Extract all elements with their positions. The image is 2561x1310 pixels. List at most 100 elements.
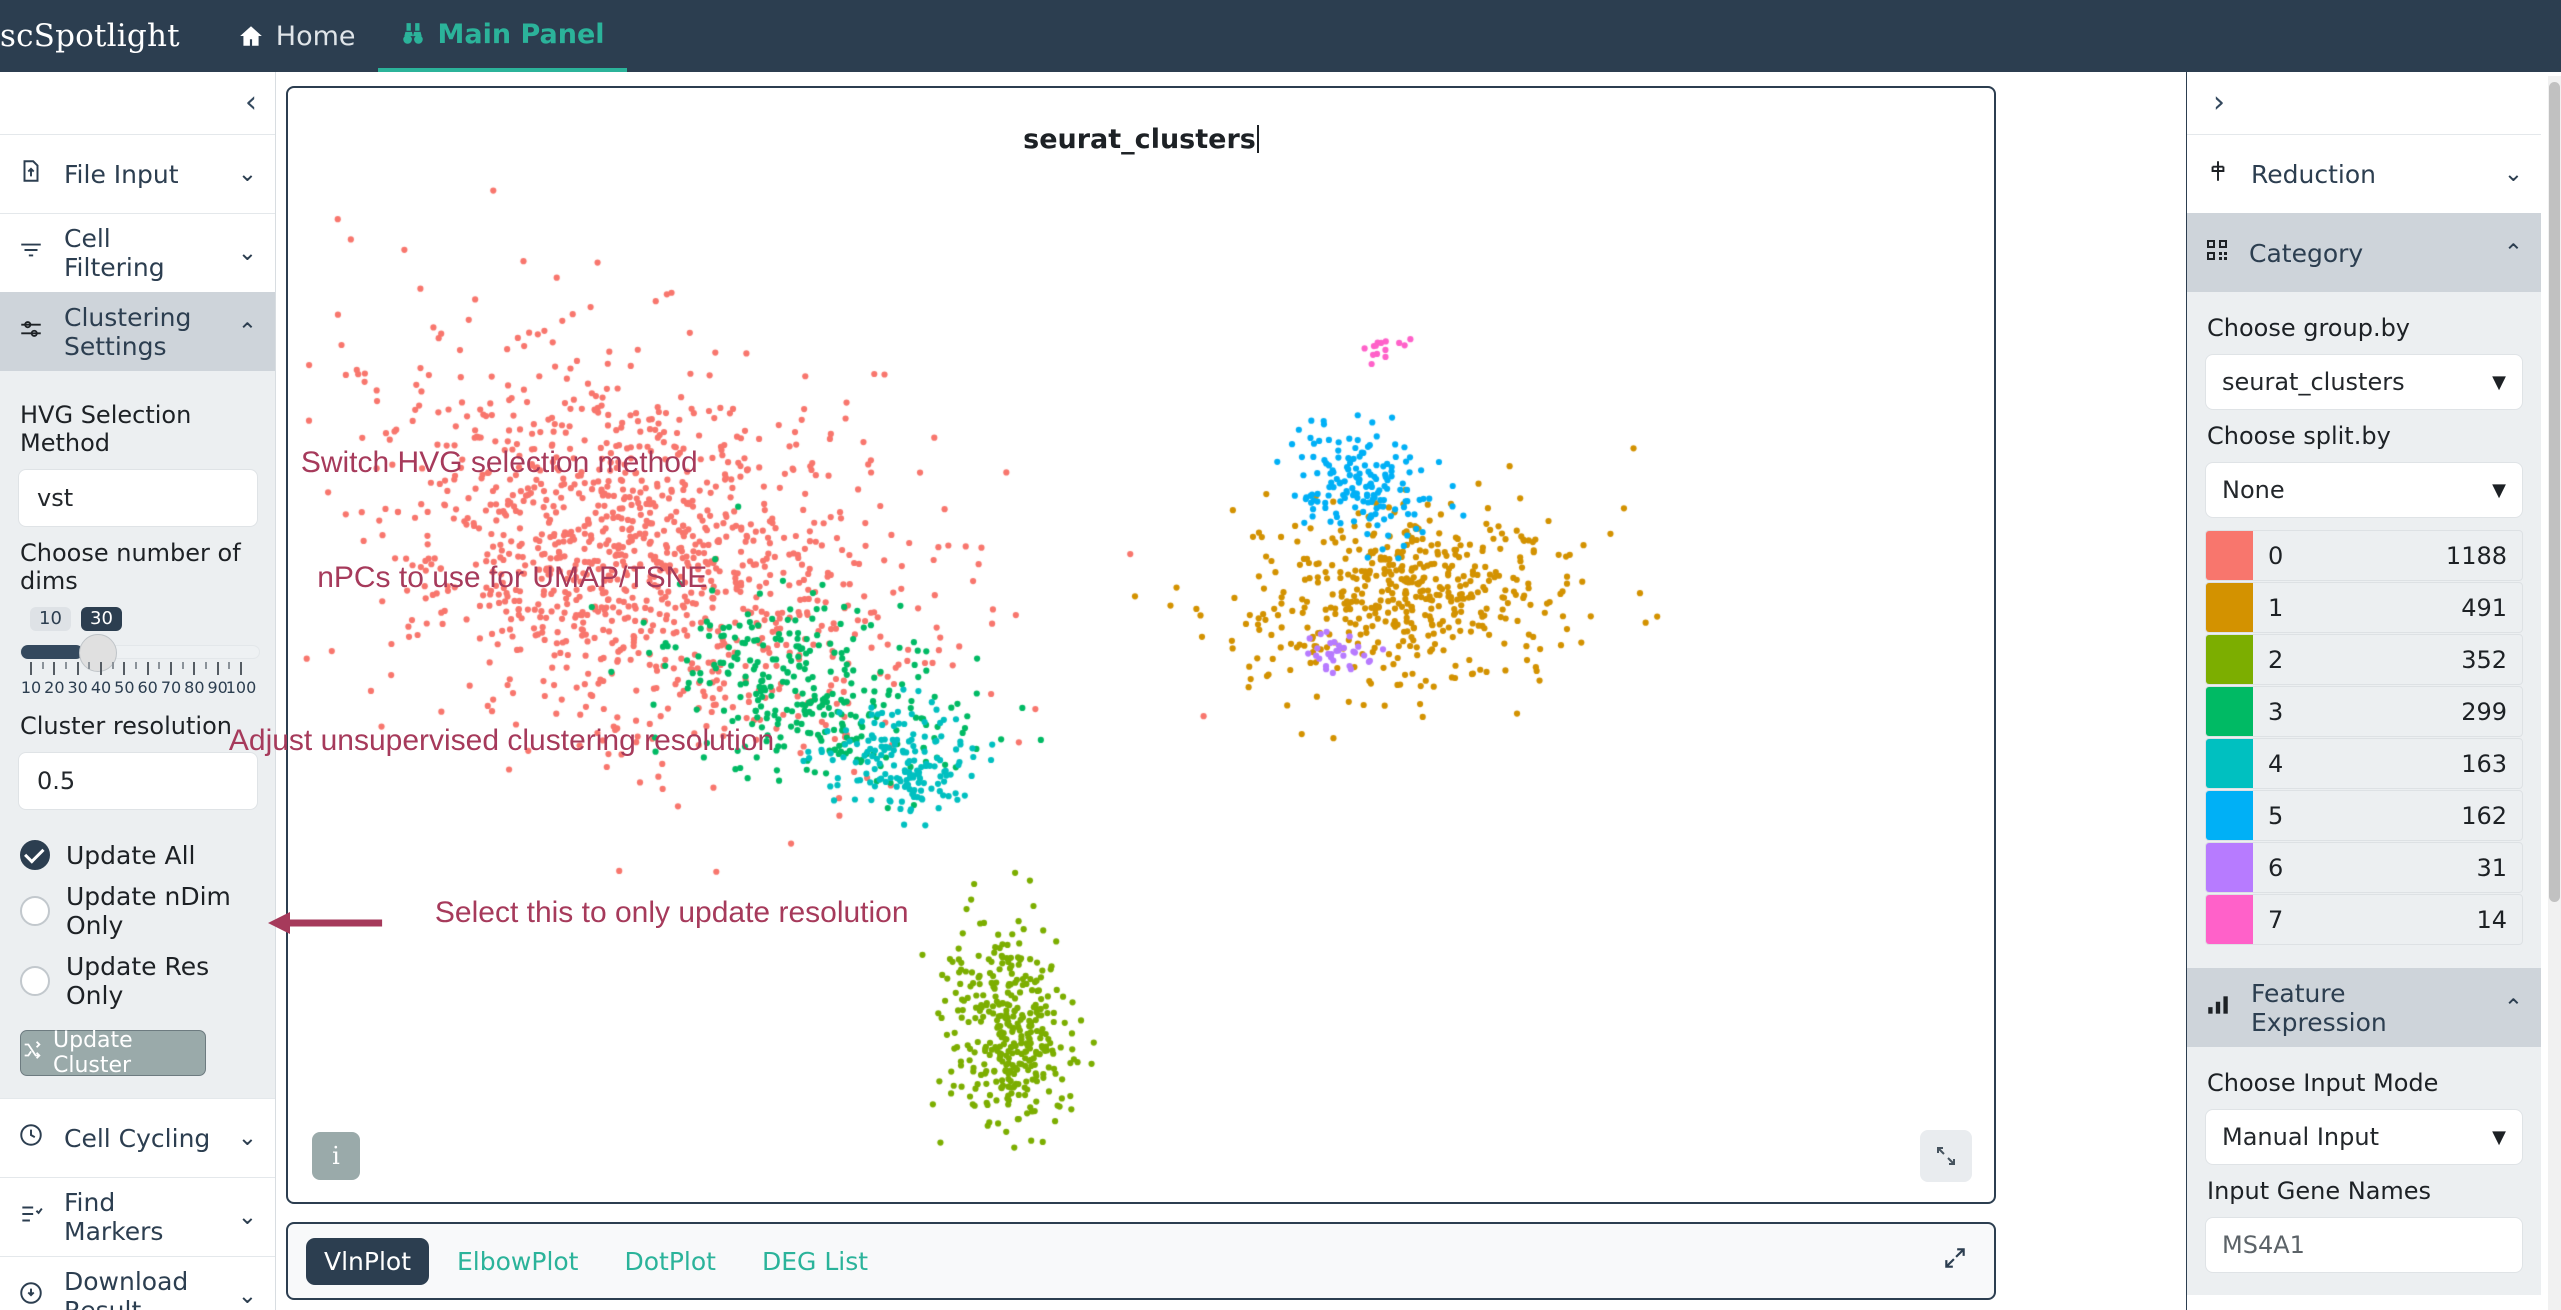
legend-color-swatch bbox=[2206, 583, 2253, 632]
legend-cluster-count: 163 bbox=[2461, 749, 2507, 778]
chevron-down-icon[interactable]: ⌄ bbox=[238, 1283, 257, 1309]
dims-value-badge: 30 bbox=[81, 607, 122, 631]
nav-item-main-panel[interactable]: Main Panel bbox=[377, 0, 627, 72]
dims-tick-40: 40 bbox=[90, 678, 112, 697]
cluster-resolution-input[interactable]: 0.5 bbox=[18, 752, 258, 810]
legend-row[interactable]: 3 299 bbox=[2205, 686, 2523, 737]
radio-update-res-only[interactable]: Update Res Only bbox=[20, 952, 257, 1010]
tab-vlnplot[interactable]: VlnPlot bbox=[306, 1237, 430, 1285]
sidebar-item-download-result[interactable]: Download Result ⌄ bbox=[0, 1256, 275, 1310]
cluster-legend-list: 0 1188 1 491 2 352 3 299 4 163 5 162 6 31 7 14 bbox=[2205, 530, 2523, 945]
legend-color-swatch bbox=[2206, 843, 2253, 892]
legend-row[interactable]: 1 491 bbox=[2205, 582, 2523, 633]
legend-color-swatch bbox=[2206, 531, 2253, 580]
sidebar-item-feature-expression[interactable]: Feature Expression ⌃ bbox=[2187, 968, 2541, 1047]
nav-item-main-panel-label: Main Panel bbox=[437, 18, 605, 50]
groupby-value: seurat_clusters bbox=[2222, 368, 2405, 396]
legend-cluster-label: 0 bbox=[2268, 541, 2284, 570]
legend-cluster-label: 5 bbox=[2268, 801, 2284, 830]
legend-cluster-count: 352 bbox=[2461, 645, 2507, 674]
input-mode-select[interactable]: Manual Input ▼ bbox=[2205, 1109, 2523, 1165]
download-icon bbox=[18, 1280, 44, 1310]
radio-update-all[interactable]: Update All bbox=[20, 840, 257, 870]
chevron-right-icon[interactable]: › bbox=[2213, 88, 2225, 118]
gene-names-label: Input Gene Names bbox=[2207, 1177, 2432, 1205]
chevron-down-icon[interactable]: ⌄ bbox=[238, 240, 257, 266]
left-sidebar: ‹ File Input ⌄ Cell Filtering ⌄ Clusteri… bbox=[0, 72, 276, 1310]
sidebar-item-category-label: Category bbox=[2249, 238, 2364, 268]
legend-row[interactable]: 6 31 bbox=[2205, 842, 2523, 893]
dims-slider-tick-labels: 10 20 30 40 50 60 70 80 90 100 bbox=[20, 678, 260, 700]
chevron-down-icon: ▼ bbox=[2492, 1126, 2506, 1148]
clustering-settings-body: HVG Selection Method vst Choose number o… bbox=[0, 371, 275, 1098]
umap-plot-card: seurat_clusters i bbox=[286, 86, 1996, 1204]
chevron-down-icon[interactable]: ⌄ bbox=[238, 161, 257, 187]
legend-cluster-label: 1 bbox=[2268, 593, 2284, 622]
sidebar-item-cell-filtering-label: Cell Filtering bbox=[64, 224, 165, 282]
legend-color-swatch bbox=[2206, 739, 2253, 788]
chevron-left-icon[interactable]: ‹ bbox=[245, 88, 257, 118]
dims-tick-10: 10 bbox=[20, 678, 42, 697]
radio-update-res-only-indicator bbox=[20, 966, 50, 996]
sidebar-item-download-result-label: Download Result bbox=[64, 1267, 189, 1310]
page-scrollbar-thumb[interactable] bbox=[2549, 82, 2560, 902]
chevron-down-icon: ▼ bbox=[2492, 371, 2506, 393]
nav-item-home[interactable]: Home bbox=[216, 0, 378, 72]
legend-row[interactable]: 5 162 bbox=[2205, 790, 2523, 841]
groupby-label: Choose group.by bbox=[2207, 314, 2411, 342]
hvg-selection-input[interactable]: vst bbox=[18, 469, 258, 527]
sidebar-item-file-input[interactable]: File Input ⌄ bbox=[0, 134, 275, 213]
sidebar-item-cell-cycling-label: Cell Cycling bbox=[64, 1123, 211, 1153]
sidebar-item-find-markers[interactable]: Find Markers ⌄ bbox=[0, 1177, 275, 1256]
legend-color-swatch bbox=[2206, 635, 2253, 684]
legend-row[interactable]: 0 1188 bbox=[2205, 530, 2523, 581]
top-navbar: scSpotlight Home Main Panel bbox=[0, 0, 2561, 72]
sidebar-item-category[interactable]: Category ⌃ bbox=[2187, 213, 2541, 292]
plot-info-button[interactable]: i bbox=[312, 1132, 360, 1180]
chevron-up-icon[interactable]: ⌃ bbox=[2504, 995, 2523, 1021]
legend-cluster-label: 4 bbox=[2268, 749, 2284, 778]
sidebar-item-cell-cycling[interactable]: Cell Cycling ⌄ bbox=[0, 1098, 275, 1177]
chevron-up-icon[interactable]: ⌃ bbox=[2504, 240, 2523, 266]
reduction-icon bbox=[2205, 158, 2231, 190]
dims-slider-badges: 10 30 bbox=[20, 607, 260, 637]
legend-row[interactable]: 7 14 bbox=[2205, 894, 2523, 945]
gene-names-input[interactable]: MS4A1 bbox=[2205, 1217, 2523, 1273]
hvg-selection-label: HVG Selection Method bbox=[20, 401, 192, 457]
plot-expand-button[interactable] bbox=[1920, 1130, 1972, 1182]
binoculars-icon bbox=[400, 21, 426, 47]
sidebar-item-clustering-settings[interactable]: Clustering Settings ⌃ bbox=[0, 292, 275, 371]
tabs-expand-button[interactable] bbox=[1942, 1245, 1976, 1278]
groupby-select[interactable]: seurat_clusters ▼ bbox=[2205, 354, 2523, 410]
chevron-down-icon[interactable]: ⌄ bbox=[2504, 161, 2523, 187]
update-cluster-button[interactable]: Update Cluster bbox=[20, 1028, 206, 1078]
sidebar-item-cell-filtering[interactable]: Cell Filtering ⌄ bbox=[0, 213, 275, 292]
sidebar-item-reduction[interactable]: Reduction ⌄ bbox=[2187, 134, 2541, 213]
dims-slider-ticks bbox=[20, 662, 260, 676]
radio-update-ndim-only[interactable]: Update nDim Only bbox=[20, 882, 257, 940]
chevron-down-icon[interactable]: ⌄ bbox=[238, 1204, 257, 1230]
qr-code-icon bbox=[2205, 238, 2229, 268]
gene-names-value: MS4A1 bbox=[2222, 1231, 2305, 1259]
dims-tick-50: 50 bbox=[114, 678, 135, 697]
tab-elbowplot[interactable]: ElbowPlot bbox=[439, 1238, 596, 1285]
legend-cluster-count: 162 bbox=[2461, 801, 2507, 830]
tab-dotplot[interactable]: DotPlot bbox=[607, 1238, 734, 1285]
splitby-select[interactable]: None ▼ bbox=[2205, 462, 2523, 518]
legend-cluster-count: 491 bbox=[2461, 593, 2507, 622]
dims-slider-track[interactable] bbox=[20, 634, 260, 672]
splitby-value: None bbox=[2222, 476, 2285, 504]
category-body: Choose group.by seurat_clusters ▼ Choose… bbox=[2187, 292, 2541, 968]
sidebar-item-find-markers-label: Find Markers bbox=[64, 1188, 164, 1246]
chevron-up-icon[interactable]: ⌃ bbox=[238, 319, 257, 345]
legend-color-swatch bbox=[2206, 687, 2253, 736]
legend-row[interactable]: 4 163 bbox=[2205, 738, 2523, 789]
legend-color-swatch bbox=[2206, 791, 2253, 840]
shuffle-icon bbox=[21, 1039, 43, 1067]
umap-scatter-canvas[interactable] bbox=[288, 88, 1994, 1202]
tab-deg-list[interactable]: DEG List bbox=[744, 1238, 886, 1285]
chevron-down-icon[interactable]: ⌄ bbox=[238, 1125, 257, 1151]
legend-row[interactable]: 2 352 bbox=[2205, 634, 2523, 685]
radio-update-ndim-only-label: Update nDim Only bbox=[66, 882, 231, 940]
dims-slider[interactable]: 10 30 10 20 30 40 50 60 70 80 90 100 bbox=[20, 607, 260, 700]
